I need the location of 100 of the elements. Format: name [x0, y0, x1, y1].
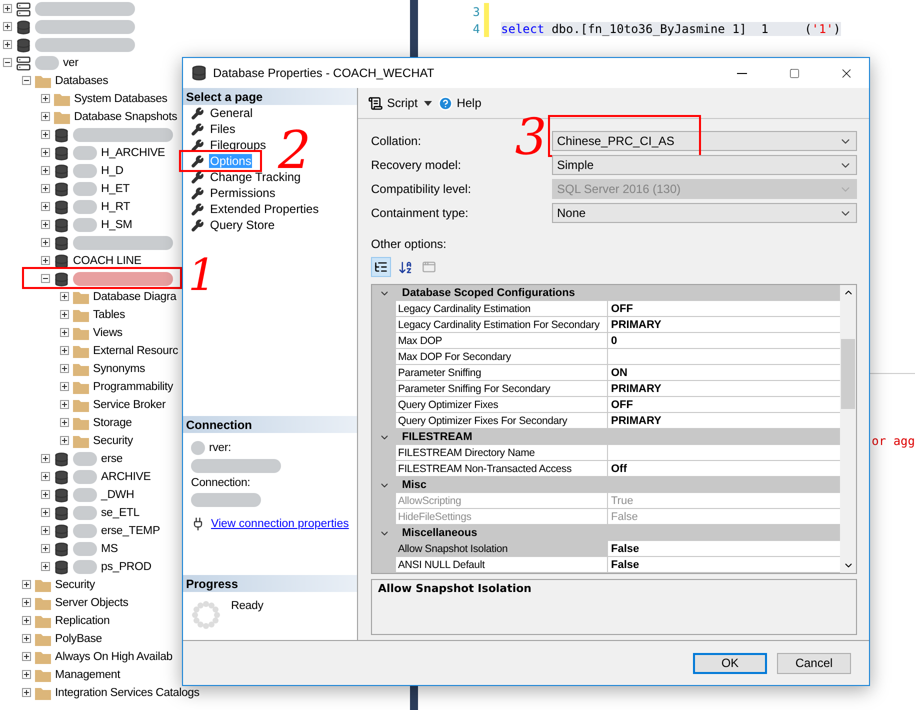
- expand-icon[interactable]: [60, 328, 69, 337]
- property-name[interactable]: FILESTREAM Directory Name: [396, 445, 608, 461]
- tree-item[interactable]: Management: [55, 669, 120, 681]
- tree-item[interactable]: Always On High Availab: [55, 651, 172, 663]
- tree-item[interactable]: External Resourc: [93, 345, 178, 357]
- property-name[interactable]: Query Optimizer Fixes: [396, 397, 608, 413]
- page-item[interactable]: Query Store: [209, 218, 276, 232]
- tree-item[interactable]: Tables: [93, 309, 126, 321]
- property-value[interactable]: Off: [608, 461, 840, 477]
- tree-item[interactable]: MS: [101, 543, 118, 555]
- expand-icon[interactable]: [41, 562, 50, 571]
- tree-item[interactable]: Programmability: [93, 381, 174, 393]
- expand-icon[interactable]: [41, 508, 50, 517]
- dropdown-field[interactable]: Chinese_PRC_CI_AS: [552, 131, 857, 151]
- expand-icon[interactable]: [41, 526, 50, 535]
- tree-item[interactable]: se_ETL: [101, 507, 140, 519]
- dropdown-field[interactable]: Simple: [552, 155, 857, 175]
- page-item[interactable]: Files: [209, 122, 236, 136]
- property-name[interactable]: ANSI NULL Default: [396, 557, 608, 573]
- tree-item[interactable]: H_ARCHIVE: [101, 147, 166, 159]
- tree-item[interactable]: _DWH: [101, 489, 134, 501]
- property-name[interactable]: Parameter Sniffing: [396, 365, 608, 381]
- expand-icon[interactable]: [41, 94, 50, 103]
- tree-item[interactable]: Server Objects: [55, 597, 128, 609]
- property-name[interactable]: Legacy Cardinality Estimation: [396, 301, 608, 317]
- expand-icon[interactable]: [22, 580, 31, 589]
- expand-icon[interactable]: [41, 166, 50, 175]
- property-value[interactable]: ON: [608, 365, 840, 381]
- property-value[interactable]: PRIMARY: [608, 317, 840, 333]
- expand-icon[interactable]: [41, 220, 50, 229]
- tree-item[interactable]: Replication: [55, 615, 110, 627]
- property-value[interactable]: False: [608, 557, 840, 573]
- expand-icon[interactable]: [22, 616, 31, 625]
- property-value[interactable]: OFF: [608, 301, 840, 317]
- expand-icon[interactable]: [41, 256, 50, 265]
- expand-icon[interactable]: [41, 202, 50, 211]
- property-name[interactable]: Query Optimizer Fixes For Secondary: [396, 413, 608, 429]
- expand-icon[interactable]: [41, 454, 50, 463]
- expand-icon[interactable]: [3, 4, 12, 13]
- tree-item[interactable]: ps_PROD: [101, 561, 152, 573]
- script-button[interactable]: Script: [366, 94, 420, 112]
- page-item[interactable]: Permissions: [209, 186, 276, 200]
- expand-icon[interactable]: [22, 670, 31, 679]
- scrollbar-thumb[interactable]: [841, 339, 855, 409]
- caret-icon[interactable]: [424, 100, 432, 106]
- tree-item[interactable]: Synonyms: [93, 363, 146, 375]
- tree-item[interactable]: Storage: [93, 417, 132, 429]
- dialog-button[interactable]: OK: [693, 652, 767, 674]
- expand-icon[interactable]: [22, 652, 31, 661]
- property-value[interactable]: PRIMARY: [608, 413, 840, 429]
- expand-icon[interactable]: [41, 148, 50, 157]
- tree-item[interactable]: erse: [101, 453, 123, 465]
- help-button[interactable]: Help: [436, 94, 484, 112]
- tree-item[interactable]: ver: [63, 57, 78, 69]
- expand-icon[interactable]: [22, 688, 31, 697]
- property-value[interactable]: False: [608, 541, 840, 557]
- tree-item[interactable]: Security: [55, 579, 95, 591]
- categorized-icon[interactable]: [371, 257, 391, 277]
- connection-properties-link[interactable]: View connection properties: [211, 518, 349, 530]
- collapse-icon[interactable]: [22, 76, 31, 85]
- tree-item[interactable]: PolyBase: [55, 633, 102, 645]
- property-name[interactable]: Max DOP: [396, 333, 608, 349]
- expand-icon[interactable]: [60, 436, 69, 445]
- expand-icon[interactable]: [41, 238, 50, 247]
- tree-item[interactable]: H_ET: [101, 183, 130, 195]
- collapse-icon[interactable]: [41, 274, 50, 283]
- expand-icon[interactable]: [3, 40, 12, 49]
- tree-item[interactable]: H_SM: [101, 219, 132, 231]
- expand-icon[interactable]: [60, 382, 69, 391]
- property-name[interactable]: Parameter Sniffing For Secondary: [396, 381, 608, 397]
- property-value[interactable]: OFF: [608, 397, 840, 413]
- property-name[interactable]: Allow Snapshot Isolation: [396, 541, 608, 557]
- dropdown-field[interactable]: None: [552, 203, 857, 223]
- expand-icon[interactable]: [3, 22, 12, 31]
- expand-icon[interactable]: [41, 112, 50, 121]
- page-item[interactable]: Filegroups: [209, 138, 268, 152]
- dialog-button[interactable]: Cancel: [777, 652, 851, 674]
- expand-icon[interactable]: [60, 400, 69, 409]
- expand-icon[interactable]: [60, 364, 69, 373]
- expand-icon[interactable]: [60, 418, 69, 427]
- expand-icon[interactable]: [41, 544, 50, 553]
- property-name[interactable]: FILESTREAM Non-Transacted Access: [396, 461, 608, 477]
- tree-item[interactable]: Service Broker: [93, 399, 166, 411]
- tree-item[interactable]: Database Diagra: [93, 291, 176, 303]
- expand-icon[interactable]: [41, 184, 50, 193]
- expand-icon[interactable]: [41, 472, 50, 481]
- tree-item[interactable]: H_RT: [101, 201, 130, 213]
- tree-item[interactable]: Security: [93, 435, 133, 447]
- page-item[interactable]: Extended Properties: [209, 202, 320, 216]
- tree-item[interactable]: Databases: [55, 75, 108, 87]
- expand-icon[interactable]: [41, 490, 50, 499]
- property-value[interactable]: 0: [608, 333, 840, 349]
- collapse-icon[interactable]: [3, 58, 12, 67]
- tree-item[interactable]: H_D: [101, 165, 124, 177]
- expand-icon[interactable]: [60, 292, 69, 301]
- expand-icon[interactable]: [60, 346, 69, 355]
- page-item[interactable]: General: [209, 106, 254, 120]
- tree-item[interactable]: ARCHIVE: [101, 471, 151, 483]
- tree-item[interactable]: Database Snapshots: [74, 111, 178, 123]
- expand-icon[interactable]: [41, 130, 50, 139]
